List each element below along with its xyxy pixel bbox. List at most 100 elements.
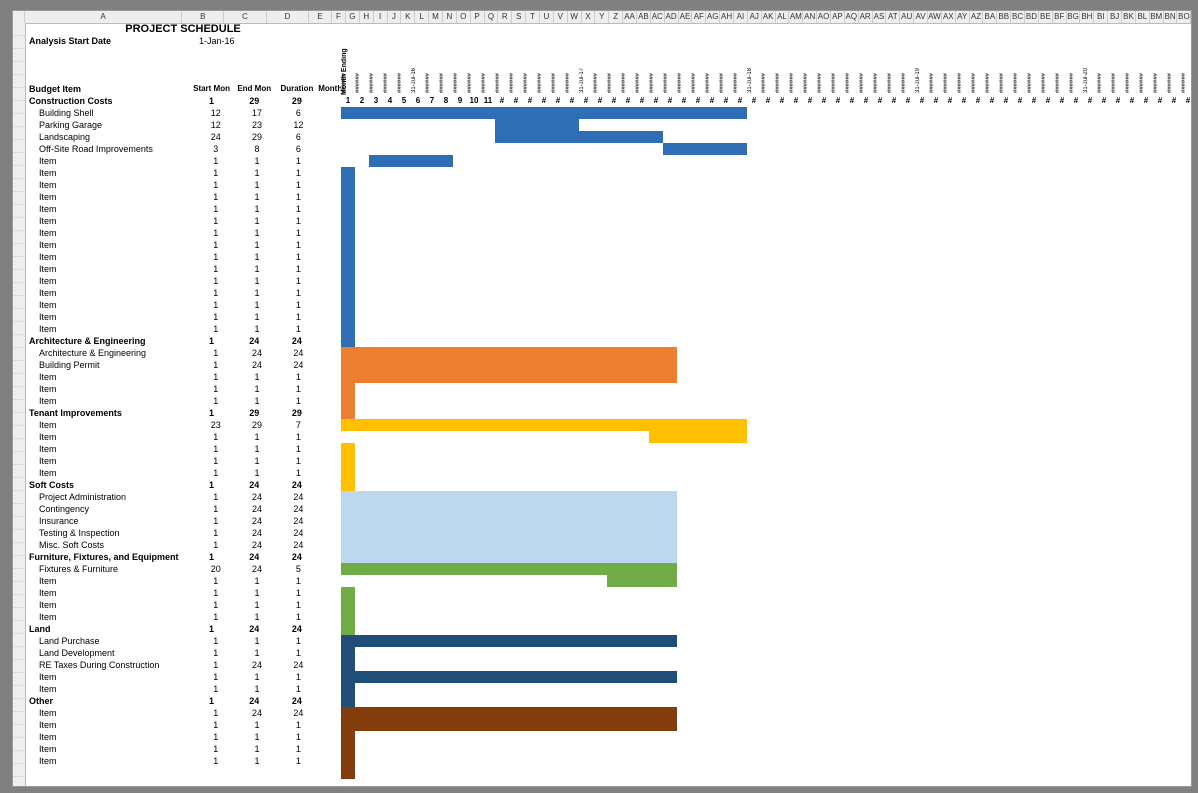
- cell-dur[interactable]: 1: [278, 287, 319, 299]
- cell-start[interactable]: 1: [195, 707, 236, 719]
- cell-dur[interactable]: 1: [278, 599, 319, 611]
- table-row[interactable]: Item111: [25, 275, 341, 287]
- row-header-28[interactable]: [13, 374, 25, 387]
- gantt-bar[interactable]: [341, 563, 677, 575]
- cell-start[interactable]: 1: [195, 647, 236, 659]
- col-header-V[interactable]: V: [554, 11, 568, 23]
- col-header-BK[interactable]: BK: [1122, 11, 1136, 23]
- cell-start[interactable]: 1: [195, 755, 236, 767]
- budget-item-label[interactable]: Other: [25, 695, 190, 707]
- cell-dur[interactable]: 6: [278, 131, 319, 143]
- gantt-bar[interactable]: [369, 155, 453, 167]
- table-row[interactable]: Item111: [25, 227, 341, 239]
- row-header-3[interactable]: [13, 49, 25, 62]
- cell-month[interactable]: [319, 131, 341, 143]
- cell-start[interactable]: 1: [195, 635, 236, 647]
- row-header-30[interactable]: [13, 400, 25, 413]
- cell-month[interactable]: [319, 191, 341, 203]
- row-header-38[interactable]: [13, 504, 25, 517]
- cell-month[interactable]: [319, 275, 341, 287]
- gantt-bar[interactable]: [341, 407, 355, 419]
- cell-month[interactable]: [319, 155, 341, 167]
- row-header-41[interactable]: [13, 543, 25, 556]
- cell-start[interactable]: 1: [190, 407, 233, 419]
- cell-month[interactable]: [319, 359, 341, 371]
- row-header-58[interactable]: [13, 764, 25, 777]
- cell-start[interactable]: 1: [195, 431, 236, 443]
- cell-dur[interactable]: 24: [278, 515, 319, 527]
- cell-month[interactable]: [319, 707, 341, 719]
- col-header-BF[interactable]: BF: [1053, 11, 1067, 23]
- cell-month[interactable]: [319, 467, 341, 479]
- col-header-AS[interactable]: AS: [873, 11, 887, 23]
- col-header-AE[interactable]: AE: [679, 11, 693, 23]
- gantt-bar[interactable]: [341, 683, 355, 695]
- cell-start[interactable]: 1: [195, 347, 236, 359]
- col-header-BB[interactable]: BB: [997, 11, 1011, 23]
- cell-dur[interactable]: 1: [278, 251, 319, 263]
- cell-end[interactable]: 1: [236, 683, 277, 695]
- table-row[interactable]: Item111: [25, 575, 341, 587]
- cell-end[interactable]: 1: [236, 731, 277, 743]
- col-header-AW[interactable]: AW: [928, 11, 942, 23]
- gantt-bar[interactable]: [341, 239, 355, 251]
- cell-month[interactable]: [319, 167, 341, 179]
- budget-item-label[interactable]: Item: [25, 731, 195, 743]
- gantt-bar[interactable]: [341, 755, 355, 767]
- table-row[interactable]: Item111: [25, 167, 341, 179]
- table-row[interactable]: Item111: [25, 203, 341, 215]
- budget-item-label[interactable]: Project Administration: [25, 491, 195, 503]
- gantt-bar[interactable]: [341, 347, 677, 359]
- table-row[interactable]: Item111: [25, 239, 341, 251]
- col-header-H[interactable]: H: [360, 11, 374, 23]
- cell-dur[interactable]: 1: [278, 203, 319, 215]
- cell-start[interactable]: 1: [195, 683, 236, 695]
- cell-start[interactable]: 1: [195, 539, 236, 551]
- row-header-4[interactable]: [13, 62, 25, 75]
- cell-start[interactable]: 1: [195, 239, 236, 251]
- cell-end[interactable]: 29: [236, 419, 277, 431]
- budget-item-label[interactable]: Insurance: [25, 515, 195, 527]
- col-header-AX[interactable]: AX: [942, 11, 956, 23]
- col-header-D[interactable]: D: [267, 11, 309, 23]
- col-header-AZ[interactable]: AZ: [970, 11, 984, 23]
- cell-dur[interactable]: 29: [276, 95, 319, 107]
- col-header-AJ[interactable]: AJ: [748, 11, 762, 23]
- cell-start[interactable]: 12: [195, 107, 236, 119]
- row-header-56[interactable]: [13, 738, 25, 751]
- col-header-Q[interactable]: Q: [485, 11, 499, 23]
- cell-month[interactable]: [319, 515, 341, 527]
- cell-dur[interactable]: 24: [276, 335, 319, 347]
- cell-dur[interactable]: 1: [278, 635, 319, 647]
- cell-dur[interactable]: 1: [278, 371, 319, 383]
- gantt-bar[interactable]: [341, 467, 355, 479]
- cell-month[interactable]: [319, 119, 341, 131]
- gantt-bar[interactable]: [341, 527, 677, 539]
- cell-dur[interactable]: 6: [278, 107, 319, 119]
- cell-start[interactable]: 1: [195, 515, 236, 527]
- cell-month[interactable]: [319, 323, 341, 335]
- budget-item-label[interactable]: Furniture, Fixtures, and Equipment: [25, 551, 190, 563]
- cell-month[interactable]: [319, 383, 341, 395]
- table-row[interactable]: Other12424: [25, 695, 341, 707]
- cell-dur[interactable]: 1: [278, 323, 319, 335]
- cell-end[interactable]: 1: [236, 755, 277, 767]
- cell-start[interactable]: 1: [195, 287, 236, 299]
- row-header-35[interactable]: [13, 465, 25, 478]
- gantt-bar[interactable]: [341, 251, 355, 263]
- budget-item-label[interactable]: Item: [25, 707, 195, 719]
- gantt-bar[interactable]: [341, 299, 355, 311]
- cell-month[interactable]: [319, 455, 341, 467]
- cell-end[interactable]: 24: [233, 623, 276, 635]
- gantt-bar[interactable]: [341, 611, 355, 623]
- cell-month[interactable]: [319, 491, 341, 503]
- col-header-AV[interactable]: AV: [914, 11, 928, 23]
- budget-item-label[interactable]: Building Shell: [25, 107, 195, 119]
- gantt-bar[interactable]: [607, 575, 677, 587]
- row-header-33[interactable]: [13, 439, 25, 452]
- row-header-12[interactable]: [13, 166, 25, 179]
- gantt-bar[interactable]: [341, 659, 355, 671]
- cell-start[interactable]: 1: [195, 611, 236, 623]
- budget-item-label[interactable]: Item: [25, 455, 195, 467]
- col-header-AH[interactable]: AH: [720, 11, 734, 23]
